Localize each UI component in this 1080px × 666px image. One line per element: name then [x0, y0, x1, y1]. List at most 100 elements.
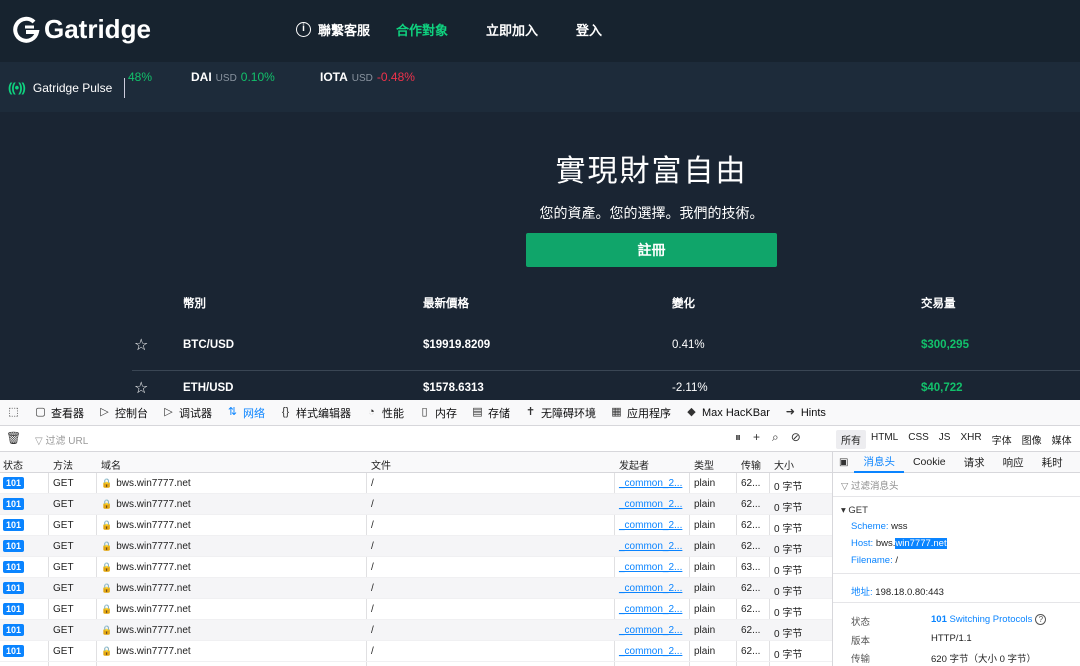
- cell-text: 63...: [741, 562, 761, 573]
- ticker-item[interactable]: 48%: [128, 70, 152, 84]
- address-line: 地址: 198.18.0.80:443: [851, 584, 944, 598]
- tab-style-editor[interactable]: {} 样式编辑器: [272, 400, 358, 426]
- star-icon[interactable]: ☆: [134, 335, 148, 355]
- lock-icon: 🔒: [101, 604, 113, 614]
- type-filter-all[interactable]: 所有: [836, 430, 866, 449]
- type-filter-xhr[interactable]: XHR: [955, 430, 986, 449]
- cell-initiator[interactable]: _common_2...: [619, 583, 682, 594]
- tab-console[interactable]: ▷ 控制台: [91, 400, 155, 426]
- market-header-price: 最新價格: [423, 298, 469, 310]
- market-header-change: 變化: [672, 298, 695, 310]
- cell-initiator[interactable]: _common_2...: [619, 520, 682, 531]
- market-price: $19919.8209: [423, 339, 491, 351]
- type-filter-html[interactable]: HTML: [866, 430, 903, 449]
- table-row[interactable]: 101 GET 🔒 bws.win7777.net / _common_2... plain…: [0, 515, 832, 536]
- cell-initiator[interactable]: _common_2...: [619, 604, 682, 615]
- cell-method: GET: [53, 583, 74, 594]
- signup-button[interactable]: 註冊: [526, 233, 777, 267]
- trash-icon[interactable]: 🗑: [6, 431, 21, 445]
- col-transfer[interactable]: 传输: [741, 457, 761, 472]
- col-status[interactable]: 状态: [3, 457, 23, 472]
- cell-text: plain: [694, 646, 716, 657]
- cell-initiator[interactable]: _common_2...: [619, 625, 682, 636]
- tab-cookie[interactable]: Cookie: [904, 456, 955, 468]
- table-row[interactable]: 101 GET 🔒 bws.win7777.net / _common_2... plain…: [0, 494, 832, 515]
- request-method-toggle[interactable]: ▾ GET: [841, 505, 868, 516]
- block-icon[interactable]: ⊘: [791, 430, 801, 445]
- cell-initiator[interactable]: _common_2...: [619, 478, 682, 489]
- ticker-item[interactable]: DAI USD 0.10%: [191, 70, 275, 84]
- gatridge-pulse[interactable]: ((•)) Gatridge Pulse: [8, 80, 112, 95]
- tab-application[interactable]: ▦ 应用程序: [603, 400, 678, 426]
- help-icon[interactable]: ?: [1035, 614, 1047, 625]
- col-file[interactable]: 文件: [371, 457, 391, 472]
- nav-login[interactable]: 登入: [576, 20, 602, 39]
- cell-initiator[interactable]: _common_2...: [619, 499, 682, 510]
- col-initiator[interactable]: 发起者: [619, 457, 649, 472]
- gatridge-logo-icon: [13, 16, 40, 43]
- debugger-icon: ▷: [164, 406, 173, 418]
- tab-hints[interactable]: ➜ Hints: [777, 400, 833, 426]
- nav-partners[interactable]: 合作對象: [396, 20, 448, 39]
- col-domain[interactable]: 域名: [101, 457, 121, 472]
- type-filter-js[interactable]: JS: [934, 430, 956, 449]
- col-type[interactable]: 类型: [694, 457, 714, 472]
- nav-join-now[interactable]: 立即加入: [486, 20, 538, 39]
- tab-network[interactable]: ⇅ 网络: [219, 400, 272, 426]
- col-size[interactable]: 大小: [774, 457, 794, 472]
- gatridge-logo[interactable]: Gatridge: [12, 14, 151, 45]
- ticker-item[interactable]: IOTA USD -0.48%: [320, 70, 415, 84]
- nav-contact-support[interactable]: i 聯繫客服: [296, 20, 370, 39]
- table-row[interactable]: 101 GET 🔒 bws.win7777.net / _common_2... plain…: [0, 473, 832, 494]
- market-row[interactable]: ☆ BTC/USD $19919.8209 0.41% $300,295: [132, 335, 1080, 375]
- type-filter-fonts[interactable]: 字体: [987, 430, 1017, 449]
- cell-domain: 🔒 bws.win7777.net: [101, 541, 191, 552]
- tab-performance[interactable]: ◔ 性能: [358, 400, 411, 426]
- pick-element-button[interactable]: ⬚: [0, 400, 27, 426]
- cell-transfer: 62...: [741, 520, 760, 531]
- host-value-selected[interactable]: win7777.net: [895, 538, 947, 549]
- market-price: $1578.6313: [423, 382, 484, 394]
- tab-timings[interactable]: 耗时: [1033, 455, 1072, 470]
- filter-url-input[interactable]: ▽ 过滤 URL: [35, 432, 88, 447]
- cell-transfer: 62...: [741, 541, 760, 552]
- tab-label: 内存: [435, 407, 457, 420]
- table-row[interactable]: 101 GET 🔒 bws.win7777.net / _common_2... plain…: [0, 641, 832, 662]
- table-row[interactable]: 101 GET 🔒 bws.win7777.net / _common_2... plain…: [0, 536, 832, 557]
- tab-headers[interactable]: 消息头: [854, 452, 904, 473]
- plus-icon[interactable]: +: [753, 430, 760, 445]
- cell-size: 0 字节: [774, 604, 802, 619]
- tab-request[interactable]: 请求: [955, 455, 994, 470]
- market-row[interactable]: ☆ ETH/USD $1578.6313 -2.11% $40,722: [132, 378, 1080, 400]
- pause-icon[interactable]: ⏸: [735, 430, 741, 445]
- hints-icon: ➜: [785, 406, 795, 418]
- table-row[interactable]: 101 GET 🔒 bws.win7777.net / _common_2... plain…: [0, 578, 832, 599]
- tab-hackbar[interactable]: ◆ Max HacKBar: [678, 400, 777, 426]
- tab-label: 性能: [382, 407, 404, 420]
- star-icon[interactable]: ☆: [134, 378, 148, 398]
- cell-initiator[interactable]: _common_2...: [619, 562, 682, 573]
- toggle-sidebar-icon[interactable]: ▣: [833, 457, 854, 468]
- filter-headers-input[interactable]: ▽ 过滤消息头: [841, 478, 898, 492]
- cell-type: plain: [694, 541, 715, 552]
- type-filter-css[interactable]: CSS: [903, 430, 934, 449]
- filename-line: Filename: /: [851, 555, 898, 566]
- cell-text: 0 字节: [774, 545, 803, 556]
- type-filter-media[interactable]: 媒体: [1047, 430, 1077, 449]
- table-row[interactable]: 101 GET 🔒 bws.win7777.net / _common_2... plain…: [0, 620, 832, 641]
- col-method[interactable]: 方法: [53, 457, 73, 472]
- tab-response[interactable]: 响应: [994, 455, 1033, 470]
- type-filter-images[interactable]: 图像: [1017, 430, 1047, 449]
- cell-initiator[interactable]: _common_2...: [619, 646, 682, 657]
- tab-storage[interactable]: ▤ 存储: [464, 400, 517, 426]
- table-row[interactable]: 101 GET 🔒 bws.win7777.net / _common_2... plain…: [0, 557, 832, 578]
- table-row[interactable]: 101 GET 🔒 bws.win7777.net / _common_2... plain…: [0, 599, 832, 620]
- cell-initiator[interactable]: _common_2...: [619, 541, 682, 552]
- lock-icon: 🔒: [101, 562, 113, 572]
- tab-accessibility[interactable]: ✝ 无障碍环境: [517, 400, 603, 426]
- search-icon[interactable]: ⌕: [772, 430, 779, 445]
- tab-inspector[interactable]: ▢ 查看器: [27, 400, 91, 426]
- tab-memory[interactable]: ▯ 内存: [411, 400, 464, 426]
- cell-transfer: 62...: [741, 646, 760, 657]
- tab-debugger[interactable]: ▷ 调试器: [155, 400, 219, 426]
